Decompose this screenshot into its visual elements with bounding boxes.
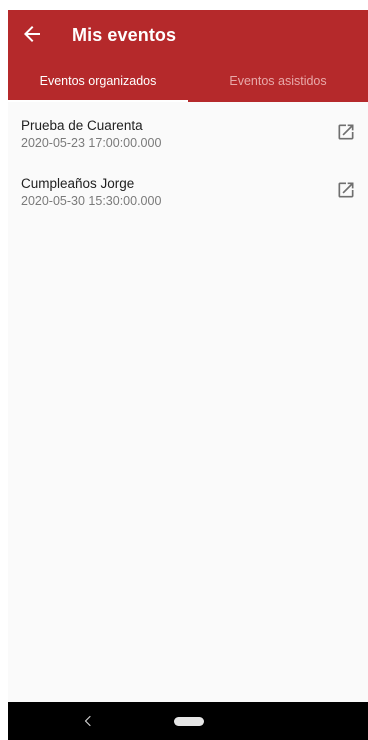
open-event-button[interactable]	[336, 122, 356, 142]
toolbar: Mis eventos	[8, 10, 368, 60]
open-in-new-icon	[338, 124, 354, 140]
page-title: Mis eventos	[72, 25, 177, 45]
event-name: Prueba de Cuarenta	[21, 118, 143, 133]
events-list: Prueba de Cuarenta 2020-05-23 17:00:00.0…	[8, 102, 368, 702]
tab-bar: Eventos organizados Eventos asistidos	[8, 60, 368, 102]
event-datetime: 2020-05-30 15:30:00.000	[21, 194, 162, 208]
tab-label: Eventos asistidos	[229, 74, 327, 88]
tab-label: Eventos organizados	[39, 74, 157, 88]
event-name: Cumpleaños Jorge	[21, 176, 135, 191]
chevron-left-icon	[84, 715, 91, 727]
list-item[interactable]: Prueba de Cuarenta 2020-05-23 17:00:00.0…	[8, 102, 368, 160]
system-nav-bar	[8, 702, 368, 740]
nav-back-button[interactable]	[80, 713, 96, 729]
event-datetime: 2020-05-23 17:00:00.000	[21, 136, 162, 150]
app-bar: Mis eventos Eventos organizados Eventos …	[8, 10, 368, 102]
screen: Mis eventos Eventos organizados Eventos …	[0, 0, 368, 740]
tab-eventos-organizados[interactable]: Eventos organizados	[8, 60, 188, 102]
open-event-button[interactable]	[336, 180, 356, 200]
list-item[interactable]: Cumpleaños Jorge 2020-05-30 15:30:00.000	[8, 160, 368, 218]
arrow-left-icon	[24, 26, 40, 42]
tab-eventos-asistidos[interactable]: Eventos asistidos	[188, 60, 368, 102]
home-pill-icon[interactable]	[174, 717, 204, 726]
open-in-new-icon	[338, 182, 354, 198]
back-button[interactable]	[20, 22, 44, 46]
